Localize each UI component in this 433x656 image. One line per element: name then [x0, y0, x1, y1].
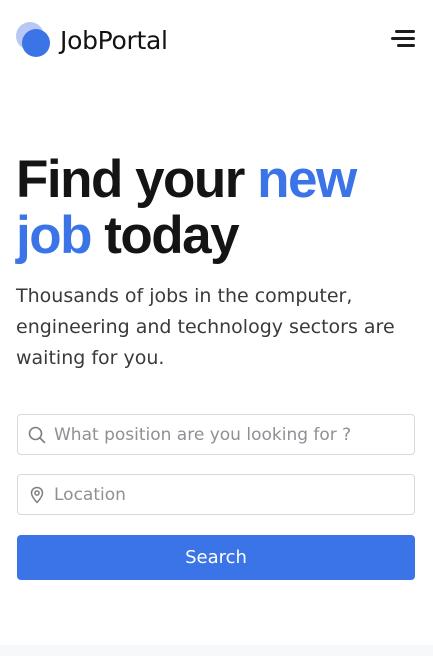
position-search-input[interactable] [54, 415, 408, 454]
search-icon [28, 426, 46, 444]
hero-subtitle: Thousands of jobs in the computer, engin… [16, 285, 395, 369]
hero-title-part2: today [90, 206, 239, 265]
location-field[interactable] [17, 474, 415, 515]
location-input[interactable] [54, 475, 408, 514]
location-pin-icon [30, 486, 44, 504]
hero-title-part1: Find your [16, 150, 258, 209]
menu-line [397, 44, 415, 47]
search-button[interactable]: Search [17, 535, 415, 580]
hero-title-accent-job: job [16, 206, 92, 265]
menu-line [391, 37, 415, 40]
hamburger-menu-icon[interactable] [389, 27, 417, 51]
brand-name[interactable]: JobPortal [60, 25, 168, 57]
hero-title-accent-new: new [257, 150, 357, 209]
position-search-field[interactable] [17, 414, 415, 455]
footer-band [0, 645, 433, 656]
hero-title: Find your new job today [16, 152, 420, 264]
logo-circle-front [22, 29, 50, 57]
logo-icon[interactable] [16, 22, 52, 58]
header: JobPortal [0, 0, 433, 84]
menu-line [395, 30, 415, 33]
